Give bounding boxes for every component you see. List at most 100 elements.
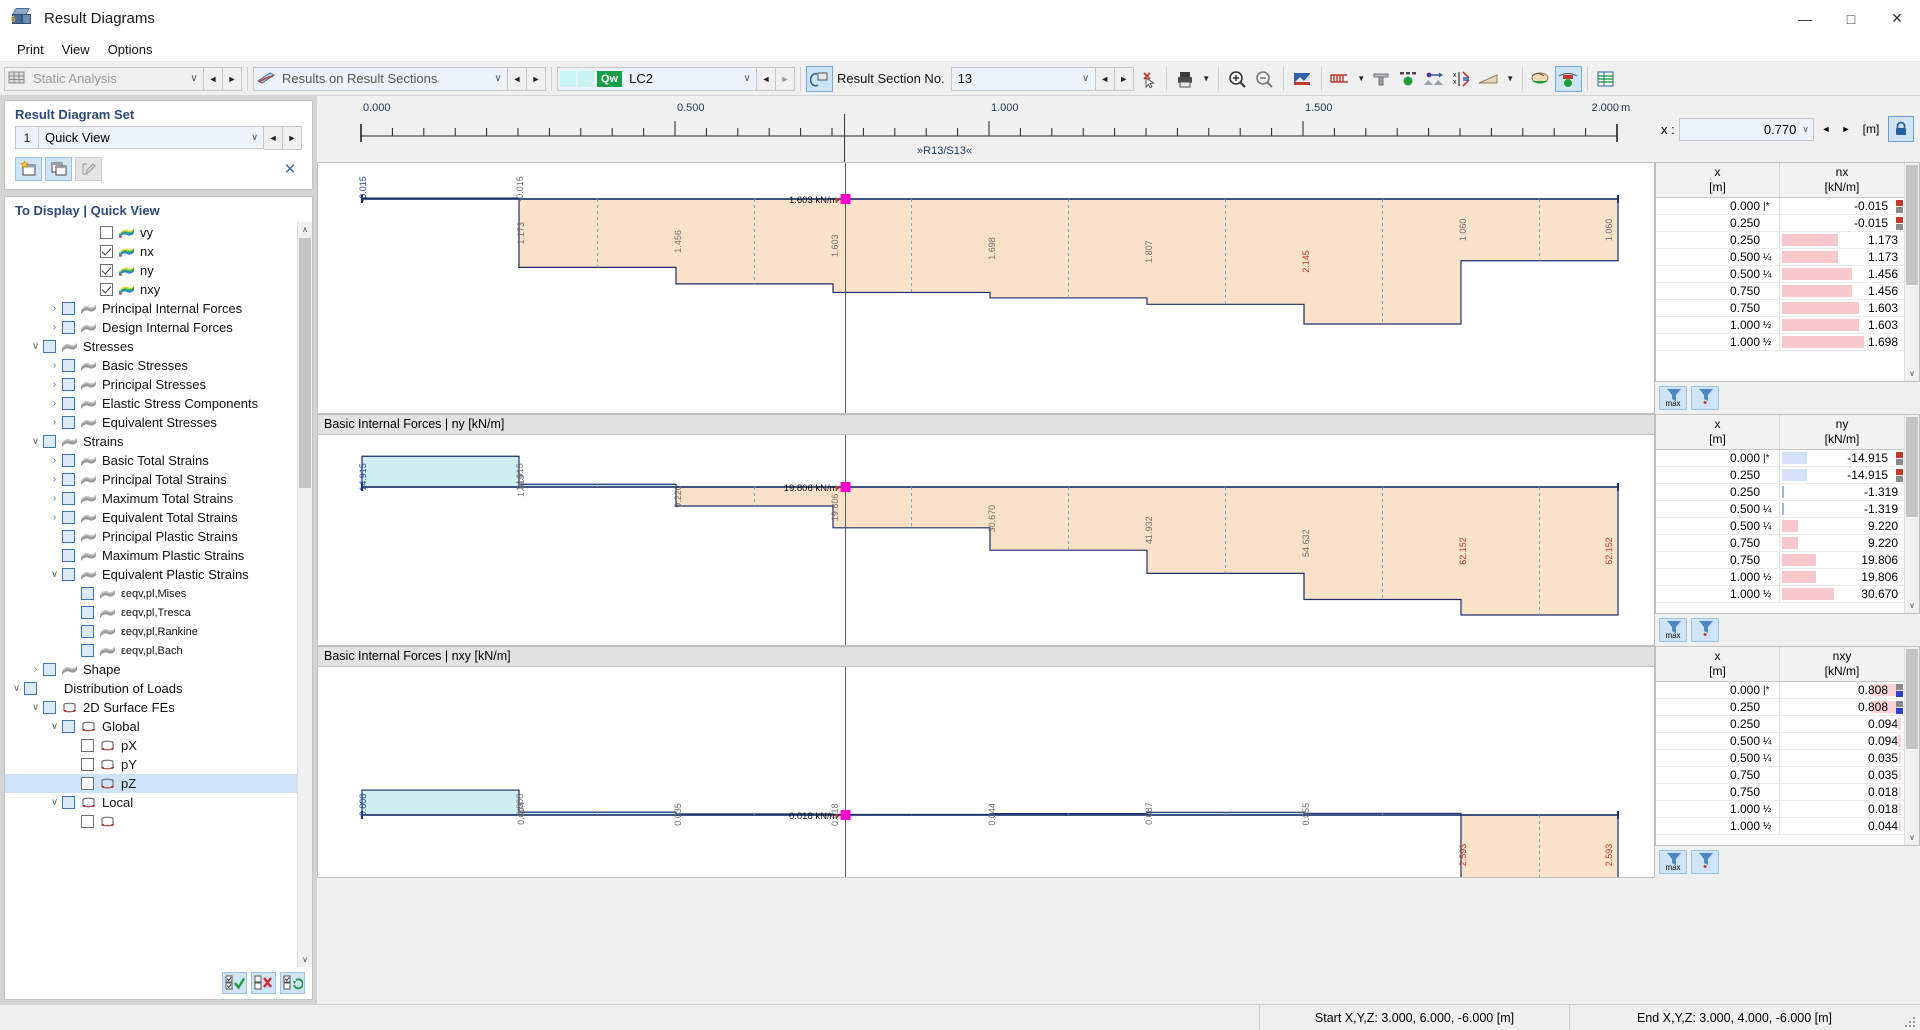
tree-item-elastic-stress-components[interactable]: › Elastic Stress Components bbox=[5, 394, 297, 413]
scroll-down-icon[interactable]: ∨ bbox=[298, 952, 312, 967]
table-scrollbar-ny[interactable]: ∧∨ bbox=[1904, 415, 1919, 613]
table-scroll-thumb[interactable] bbox=[1906, 417, 1918, 517]
tree-item-shape[interactable]: › Shape bbox=[5, 660, 297, 679]
table-row[interactable]: 1.000 ½ 0.044 bbox=[1656, 818, 1904, 835]
x-next-button[interactable]: ► bbox=[1838, 124, 1854, 134]
menu-view[interactable]: View bbox=[53, 39, 99, 60]
max-filter-button[interactable]: max bbox=[1659, 618, 1687, 642]
tree-item-vy[interactable]: · vy bbox=[5, 223, 297, 242]
tree-checkbox[interactable] bbox=[62, 720, 75, 733]
table-scroll-thumb[interactable] bbox=[1906, 165, 1918, 285]
tree-checkbox[interactable] bbox=[81, 815, 94, 828]
tree-checkbox[interactable] bbox=[100, 283, 113, 296]
expander-icon[interactable]: · bbox=[85, 265, 100, 276]
expander-icon[interactable]: ∨ bbox=[28, 436, 43, 447]
table-row[interactable]: 0.500 ¼ 1.456 bbox=[1656, 266, 1904, 283]
tree-checkbox[interactable] bbox=[62, 359, 75, 372]
chevron-down-icon[interactable]: ∨ bbox=[251, 132, 263, 143]
tree-item-px[interactable]: · pX bbox=[5, 736, 297, 755]
x-prev-button[interactable]: ◄ bbox=[1818, 124, 1834, 134]
tree-checkbox[interactable] bbox=[62, 511, 75, 524]
x-axis-ruler[interactable]: 0.000 0.500 1.000 1.500 2.000 m »R13/S13« bbox=[317, 96, 1655, 162]
load-case-next-button[interactable]: ► bbox=[776, 66, 795, 91]
tree-item-global[interactable]: ∨ Global bbox=[5, 717, 297, 736]
expander-icon[interactable]: › bbox=[47, 322, 62, 333]
result-section-combo[interactable]: 13 ∨ bbox=[950, 66, 1096, 91]
maximize-button[interactable]: □ bbox=[1828, 0, 1874, 38]
point-filter-button[interactable]: • bbox=[1691, 618, 1719, 642]
tree-checkbox[interactable] bbox=[100, 226, 113, 239]
expander-icon[interactable]: › bbox=[47, 493, 62, 504]
table-row[interactable]: 0.750 9.220 bbox=[1656, 535, 1904, 552]
tree-item-strains[interactable]: ∨ Strains bbox=[5, 432, 297, 451]
tree-item--eqv-pl-bach[interactable]: · εeqv,pl,Bach bbox=[5, 641, 297, 660]
tree-item-py[interactable]: · pY bbox=[5, 755, 297, 774]
result-diagram-set-combo[interactable]: 1 Quick View ∨ ◄ ► bbox=[15, 126, 302, 150]
expander-icon[interactable]: · bbox=[66, 645, 81, 656]
tree-checkbox[interactable] bbox=[81, 739, 94, 752]
max-filter-button[interactable]: max bbox=[1659, 386, 1687, 410]
new-set-button[interactable] bbox=[15, 157, 42, 181]
analysis-type-combo[interactable]: Static Analysis ∨ bbox=[4, 66, 204, 91]
table-view-button[interactable] bbox=[1593, 66, 1620, 92]
expander-icon[interactable]: · bbox=[47, 531, 62, 542]
tree-item-nxy[interactable]: · nxy bbox=[5, 280, 297, 299]
edit-set-button[interactable] bbox=[75, 157, 102, 181]
menu-print[interactable]: Print bbox=[8, 39, 53, 60]
table-row[interactable]: 0.500 ¼ 1.173 bbox=[1656, 249, 1904, 266]
expander-icon[interactable]: · bbox=[66, 816, 81, 827]
expander-icon[interactable]: · bbox=[47, 550, 62, 561]
diagram-plot-ny[interactable]: Basic Internal Forces | ny [kN/m] 1.319 9.… bbox=[317, 414, 1655, 646]
table-row[interactable]: 0.500 ¼ 0.035 bbox=[1656, 750, 1904, 767]
point-filter-button[interactable]: • bbox=[1691, 386, 1719, 410]
nodes-button[interactable] bbox=[1395, 66, 1422, 92]
load-case-combo[interactable]: Qw LC2 ∨ bbox=[557, 66, 757, 91]
tree-checkbox[interactable] bbox=[81, 606, 94, 619]
expander-icon[interactable]: › bbox=[47, 379, 62, 390]
table-row[interactable]: 0.500 ¼ 9.220 bbox=[1656, 518, 1904, 535]
chevron-down-icon[interactable]: ∨ bbox=[1077, 73, 1095, 84]
tree-checkbox[interactable] bbox=[62, 530, 75, 543]
table-row[interactable]: 0.250 -1.319 bbox=[1656, 484, 1904, 501]
results-next-button[interactable]: ► bbox=[527, 66, 546, 91]
chevron-down-icon[interactable]: ∨ bbox=[185, 73, 203, 84]
result-section-next-button[interactable]: ► bbox=[1114, 66, 1134, 91]
tree-checkbox[interactable] bbox=[62, 321, 75, 334]
tree-item-equivalent-total-strains[interactable]: › Equivalent Total Strains bbox=[5, 508, 297, 527]
tree-item-basic-stresses[interactable]: › Basic Stresses bbox=[5, 356, 297, 375]
chevron-down-icon[interactable]: ∨ bbox=[1802, 124, 1809, 135]
supports-button[interactable] bbox=[1368, 66, 1395, 92]
table-row[interactable]: 1.000 ½ 1.698 bbox=[1656, 334, 1904, 351]
tree-checkbox[interactable] bbox=[81, 644, 94, 657]
expander-icon[interactable]: › bbox=[47, 417, 62, 428]
tree-checkbox[interactable] bbox=[100, 264, 113, 277]
table-row[interactable]: 0.000 |* -0.015 bbox=[1656, 198, 1904, 215]
table-row[interactable]: 0.500 ¼ -1.319 bbox=[1656, 501, 1904, 518]
expander-icon[interactable]: › bbox=[47, 303, 62, 314]
tree-item-principal-stresses[interactable]: › Principal Stresses bbox=[5, 375, 297, 394]
scroll-down-icon[interactable]: ∨ bbox=[1905, 598, 1919, 613]
values-button[interactable]: xx bbox=[1449, 66, 1476, 92]
tree-checkbox[interactable] bbox=[62, 378, 75, 391]
tree-checkbox[interactable] bbox=[62, 473, 75, 486]
tree-item-basic-total-strains[interactable]: › Basic Total Strains bbox=[5, 451, 297, 470]
table-row[interactable]: 0.250 1.173 bbox=[1656, 232, 1904, 249]
diagram-plot-nx[interactable]: 1.173 1.456 1.603 1.698 1.807 2.145 1.060 1.060… bbox=[317, 162, 1655, 414]
tree-item-local[interactable]: ∨ Local bbox=[5, 793, 297, 812]
show-diagram-dropdown[interactable]: ▼ bbox=[1354, 66, 1368, 92]
expander-icon[interactable]: › bbox=[28, 664, 43, 675]
tree-item-equivalent-stresses[interactable]: › Equivalent Stresses bbox=[5, 413, 297, 432]
print-button[interactable] bbox=[1172, 66, 1199, 92]
refresh-selection-button[interactable] bbox=[280, 972, 305, 994]
deformation-button[interactable] bbox=[1422, 66, 1449, 92]
table-row[interactable]: 0.750 1.456 bbox=[1656, 283, 1904, 300]
uncheck-all-button[interactable] bbox=[251, 972, 276, 994]
expander-icon[interactable]: · bbox=[66, 759, 81, 770]
tree-checkbox[interactable] bbox=[62, 796, 75, 809]
tree-item-ny[interactable]: · ny bbox=[5, 261, 297, 280]
print-dropdown-button[interactable]: ▼ bbox=[1199, 66, 1213, 92]
table-row[interactable]: 1.000 ½ 30.670 bbox=[1656, 586, 1904, 603]
tree-checkbox[interactable] bbox=[62, 416, 75, 429]
zoom-in-button[interactable] bbox=[1224, 66, 1251, 92]
tree-checkbox[interactable] bbox=[62, 549, 75, 562]
